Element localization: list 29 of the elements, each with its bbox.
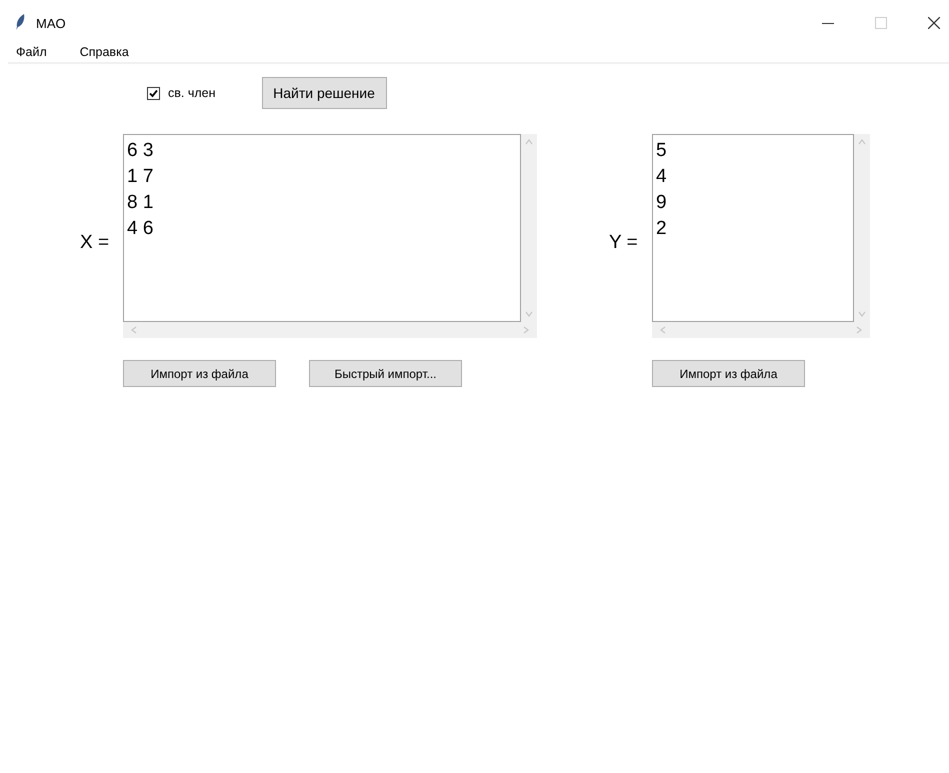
chevron-left-icon[interactable] — [659, 326, 667, 334]
import-button[interactable]: Быстрый импорт... — [309, 360, 462, 387]
matrix-label: Y = — [609, 232, 639, 254]
maximize-icon[interactable] — [875, 17, 887, 29]
chevron-left-icon[interactable] — [130, 326, 138, 334]
chevron-up-icon[interactable] — [525, 138, 533, 146]
horizontal-scrollbar[interactable] — [652, 322, 870, 338]
import-button[interactable]: Импорт из файла — [652, 360, 805, 387]
checkmark-icon — [149, 88, 158, 98]
matrix-label: X = — [80, 232, 110, 254]
import-button[interactable]: Импорт из файла — [123, 360, 276, 387]
feather-icon — [15, 14, 25, 30]
checkbox-label[interactable]: св. член — [168, 86, 216, 100]
checkbox[interactable] — [147, 86, 160, 100]
menu-item[interactable]: Файл — [16, 45, 47, 59]
menu-item[interactable]: Справка — [80, 45, 129, 59]
chevron-up-icon[interactable] — [858, 138, 866, 146]
chevron-right-icon[interactable] — [522, 326, 530, 334]
vertical-scrollbar[interactable] — [521, 134, 537, 322]
solve-button[interactable]: Найти решение — [262, 77, 386, 109]
vertical-scrollbar[interactable] — [854, 134, 870, 322]
chevron-right-icon[interactable] — [855, 326, 863, 334]
chevron-down-icon[interactable] — [525, 310, 533, 318]
chevron-down-icon[interactable] — [858, 310, 866, 318]
close-icon[interactable] — [928, 17, 940, 29]
window-title: MAO — [36, 16, 66, 30]
text-area[interactable]: 5 4 9 2 — [652, 134, 854, 322]
text-area[interactable]: 6 3 1 7 8 1 4 6 — [123, 134, 521, 322]
horizontal-scrollbar[interactable] — [123, 322, 537, 338]
